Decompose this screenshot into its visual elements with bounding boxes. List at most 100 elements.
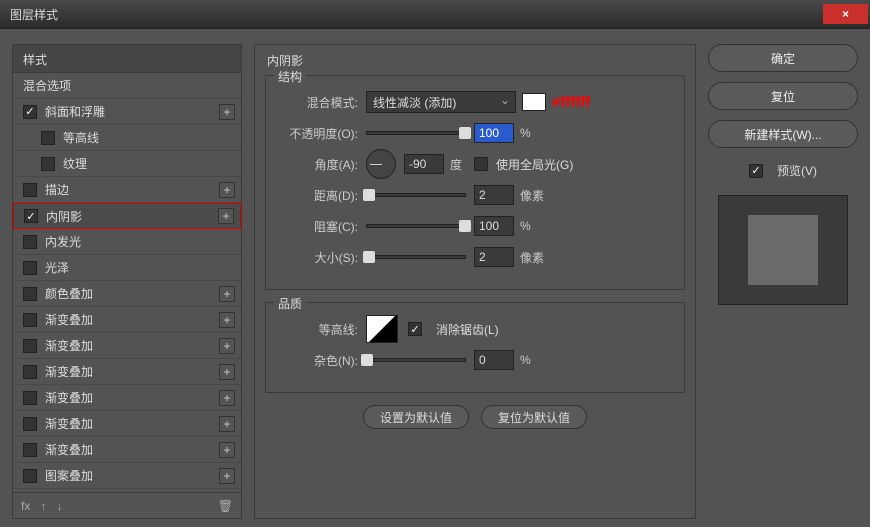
structure-legend: 结构	[274, 68, 306, 85]
plus-icon[interactable]: +	[219, 104, 235, 120]
style-item[interactable]: 图案叠加+	[13, 463, 241, 489]
hex-annotation: #ffffff	[552, 94, 590, 111]
contour-picker[interactable]	[366, 315, 398, 343]
move-down-icon[interactable]: ↓	[56, 499, 62, 513]
ok-button[interactable]: 确定	[708, 44, 858, 72]
new-style-button[interactable]: 新建样式(W)...	[708, 120, 858, 148]
plus-icon[interactable]: +	[218, 208, 234, 224]
plus-icon[interactable]: +	[219, 468, 235, 484]
style-item[interactable]: 渐变叠加 +	[13, 333, 241, 359]
angle-dial[interactable]	[366, 149, 396, 179]
distance-unit: 像素	[520, 187, 544, 204]
opacity-label: 不透明度(O):	[276, 125, 366, 142]
style-checkbox[interactable]	[23, 261, 37, 275]
style-item[interactable]: 渐变叠加+	[13, 437, 241, 463]
plus-icon[interactable]: +	[219, 286, 235, 302]
reset-default-button[interactable]: 复位为默认值	[481, 405, 587, 429]
default-buttons: 设置为默认值 复位为默认值	[265, 405, 685, 429]
plus-icon[interactable]: +	[219, 442, 235, 458]
cancel-button[interactable]: 复位	[708, 82, 858, 110]
style-checkbox[interactable]	[23, 313, 37, 327]
style-checkbox[interactable]	[24, 209, 38, 223]
style-checkbox[interactable]	[41, 157, 55, 171]
style-checkbox[interactable]	[23, 469, 37, 483]
style-label: 描边	[45, 181, 69, 198]
style-item[interactable]: 渐变叠加+	[13, 411, 241, 437]
style-checkbox[interactable]	[23, 339, 37, 353]
color-swatch[interactable]	[522, 93, 546, 111]
style-label: 渐变叠加	[45, 337, 93, 354]
quality-legend: 品质	[274, 295, 306, 312]
style-checkbox[interactable]	[23, 105, 37, 119]
size-unit: 像素	[520, 249, 544, 266]
size-slider[interactable]	[366, 255, 466, 259]
preview-checkbox[interactable]	[749, 164, 763, 178]
style-item[interactable]: 纹理	[13, 151, 241, 177]
style-label: 内发光	[45, 233, 81, 250]
trash-icon[interactable]: 🗑	[218, 499, 233, 513]
fx-icon[interactable]: fx	[21, 499, 30, 513]
style-checkbox[interactable]	[23, 183, 37, 197]
global-light-label: 使用全局光(G)	[496, 156, 573, 173]
styles-panel: 样式 混合选项 斜面和浮雕+等高线纹理描边+内阴影+内发光光泽颜色叠加+渐变叠加…	[12, 44, 242, 519]
panel-title: 内阴影	[265, 49, 685, 75]
plus-icon[interactable]: +	[219, 312, 235, 328]
distance-input[interactable]: 2	[474, 185, 514, 205]
set-default-button[interactable]: 设置为默认值	[363, 405, 469, 429]
size-label: 大小(S):	[276, 249, 366, 266]
style-item[interactable]: 光泽	[13, 255, 241, 281]
style-item[interactable]: 斜面和浮雕 +	[13, 99, 241, 125]
opacity-slider[interactable]	[366, 131, 466, 135]
style-checkbox[interactable]	[23, 391, 37, 405]
move-up-icon[interactable]: ↑	[40, 499, 46, 513]
blend-mode-label: 混合模式:	[276, 94, 366, 111]
style-item[interactable]: 内阴影+	[13, 203, 241, 229]
antialias-label: 消除锯齿(L)	[436, 321, 499, 338]
choke-input[interactable]: 100	[474, 216, 514, 236]
style-checkbox[interactable]	[23, 417, 37, 431]
opacity-input[interactable]: 100	[474, 123, 514, 143]
style-item[interactable]: 渐变叠加+	[13, 307, 241, 333]
plus-icon[interactable]: +	[219, 390, 235, 406]
plus-icon[interactable]: +	[219, 182, 235, 198]
close-button[interactable]: ×	[823, 4, 868, 24]
action-panel: 确定 复位 新建样式(W)... 预览(V)	[708, 44, 858, 519]
style-item[interactable]: 渐变叠加+	[13, 359, 241, 385]
plus-icon[interactable]: +	[219, 416, 235, 432]
global-light-checkbox[interactable]	[474, 157, 488, 171]
style-item[interactable]: 描边 +	[13, 177, 241, 203]
style-label: 渐变叠加	[45, 389, 93, 406]
preview-toggle[interactable]: 预览(V)	[708, 162, 858, 179]
choke-slider[interactable]	[366, 224, 466, 228]
styles-header[interactable]: 样式	[13, 45, 241, 73]
style-checkbox[interactable]	[23, 443, 37, 457]
style-item[interactable]: 颜色叠加+	[13, 281, 241, 307]
styles-footer: fx ↑ ↓ 🗑	[13, 492, 241, 518]
style-checkbox[interactable]	[23, 287, 37, 301]
style-checkbox[interactable]	[23, 365, 37, 379]
titlebar: 图层样式 ×	[0, 0, 870, 28]
size-input[interactable]: 2	[474, 247, 514, 267]
style-checkbox[interactable]	[41, 131, 55, 145]
plus-icon[interactable]: +	[219, 364, 235, 380]
style-item[interactable]: 渐变叠加 +	[13, 385, 241, 411]
antialias-checkbox[interactable]	[408, 322, 422, 336]
preview-swatch	[748, 215, 818, 285]
settings-panel: 内阴影 结构 混合模式: 线性减淡 (添加) #ffffff 不透明度(O): …	[254, 44, 696, 519]
style-checkbox[interactable]	[23, 235, 37, 249]
style-item[interactable]: 等高线	[13, 125, 241, 151]
preview-label: 预览(V)	[777, 162, 817, 179]
structure-fieldset: 结构 混合模式: 线性减淡 (添加) #ffffff 不透明度(O): 100 …	[265, 75, 685, 290]
style-label: 斜面和浮雕	[45, 103, 105, 120]
angle-input[interactable]: -90	[404, 154, 444, 174]
noise-input[interactable]: 0	[474, 350, 514, 370]
noise-label: 杂色(N):	[276, 352, 366, 369]
distance-slider[interactable]	[366, 193, 466, 197]
layer-style-dialog: 图层样式 × 样式 混合选项 斜面和浮雕+等高线纹理描边+内阴影+内发光光泽颜色…	[0, 0, 870, 527]
plus-icon[interactable]: +	[219, 338, 235, 354]
style-label: 光泽	[45, 259, 69, 276]
blend-mode-select[interactable]: 线性减淡 (添加)	[366, 91, 516, 113]
noise-slider[interactable]	[366, 358, 466, 362]
style-item[interactable]: 内发光	[13, 229, 241, 255]
blending-options-row[interactable]: 混合选项	[13, 73, 241, 99]
